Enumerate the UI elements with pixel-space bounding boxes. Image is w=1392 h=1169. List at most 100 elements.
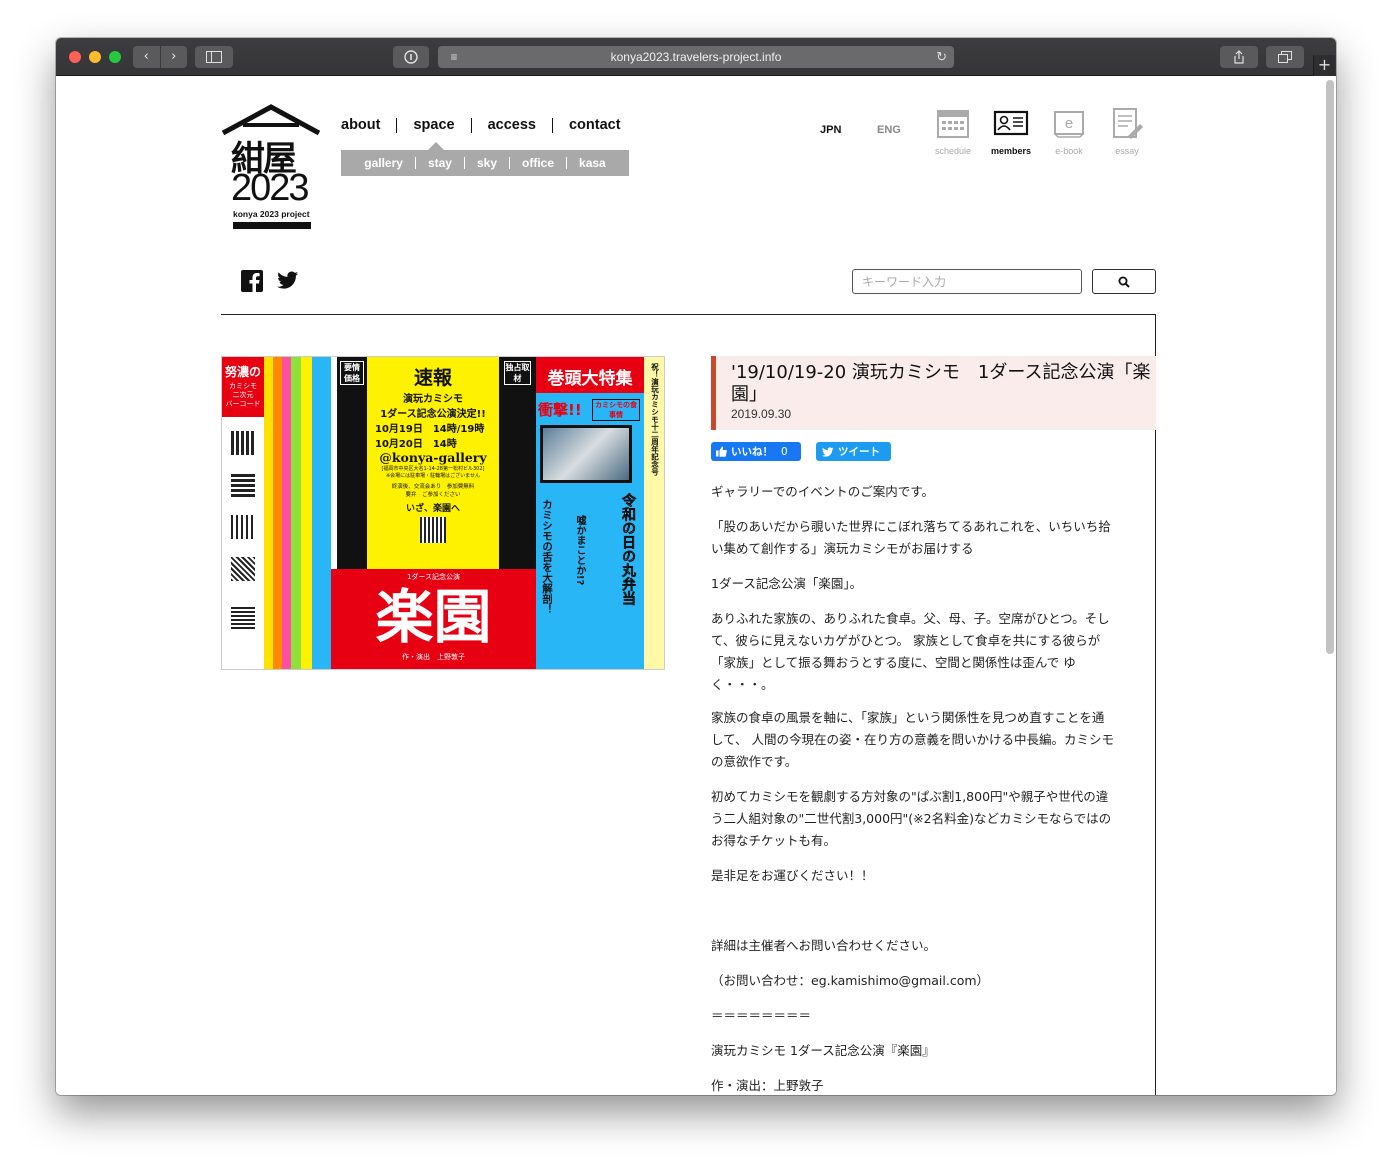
poster-iza: いざ、楽園へ <box>405 504 460 514</box>
subnav-pointer <box>428 142 444 150</box>
qr-code <box>231 605 255 629</box>
article-paragraph: ありふれた家族の、ありふれた食卓。父、母、子。空席がひとつ。そして、彼らに見えな… <box>711 611 1110 692</box>
poster-kinen: 1ダース記念公演 <box>406 573 461 581</box>
calendar-icon <box>937 110 969 138</box>
new-tab-button[interactable]: + <box>1313 55 1335 76</box>
subnav-stay[interactable]: stay <box>416 156 464 170</box>
logo-year: 2023 <box>231 167 310 209</box>
poster-uso: 嘘かまことか!? <box>574 515 585 586</box>
like-count: 0 <box>781 445 788 458</box>
maximize-window-button[interactable] <box>109 51 121 63</box>
essay-link[interactable]: essay <box>1102 106 1152 156</box>
article-paragraph: 是非足をお運びください！！ <box>711 868 874 883</box>
poster-sokuho-main: 1ダース記念公演決定!! <box>380 409 486 420</box>
poster-sokuho: 速報 <box>413 367 452 389</box>
svg-text:e: e <box>1065 115 1073 132</box>
poster-date-2: 10月20日 14時 <box>375 439 457 450</box>
sidebar-toggle-button[interactable] <box>195 46 233 68</box>
poster-qr-column <box>222 417 264 669</box>
poster-cyan-area: 衝撃!! カミシモの食事情 令和の日の丸弁当 嘘かまことか!? カミシモの舌を大… <box>536 393 644 669</box>
poster-monitor <box>540 425 632 483</box>
ebook-icon: e <box>1054 111 1084 138</box>
poster-stripe <box>312 357 331 669</box>
essay-label: essay <box>1115 146 1139 156</box>
event-poster[interactable]: 努濃の カミシモ 二次元 バーコード 要情価格 速報 演玩カミシモ 1ダース記念… <box>221 356 665 670</box>
reader-view-icon[interactable]: ≡ <box>446 46 462 68</box>
subnav-gallery[interactable]: gallery <box>352 156 415 170</box>
essay-icon <box>1113 108 1143 139</box>
url-text: konya2023.travelers-project.info <box>610 50 782 64</box>
poster-gallery: @konya-gallery <box>379 450 487 465</box>
poster-kakaku-tag: 要情価格 <box>340 361 364 385</box>
share-button[interactable] <box>1220 46 1258 68</box>
ebook-label: e-book <box>1055 146 1083 156</box>
poster-sokuho-group: 演玩カミシモ <box>403 394 463 405</box>
article-paragraph: （お問い合わせ：eg.kamishimo@gmail.com） <box>711 973 990 988</box>
nav-about[interactable]: about <box>341 117 396 133</box>
poster-dokusen-column: 独占取材 <box>499 357 536 569</box>
poster-dokusen-tag: 独占取材 <box>504 361 531 385</box>
poster-notes: 終演後、交流会あり 参加費無料 要弁 ご参加ください <box>391 484 475 498</box>
subnav-kasa[interactable]: kasa <box>567 156 618 170</box>
scrollbar-thumb[interactable] <box>1326 80 1334 654</box>
poster-left-title: 努濃の <box>224 365 261 379</box>
browser-toolbar: ‹ › ≡ konya2023.travelers-project.info ↻… <box>56 38 1336 76</box>
reload-icon[interactable]: ↻ <box>936 46 947 68</box>
poster-iwai: 祝！演玩カミシモ十二周年記念号 <box>650 363 660 476</box>
article-paragraph: 1ダース記念公演「楽園」。 <box>711 576 863 591</box>
password-button[interactable] <box>393 46 429 68</box>
poster-reiwa: 令和の日の丸弁当 <box>620 493 637 606</box>
main-nav: about space access contact <box>341 117 637 133</box>
poster-author: 作・演出 上野敦子 <box>402 653 465 661</box>
subnav-office[interactable]: office <box>510 156 566 170</box>
back-icon[interactable]: ‹ <box>133 46 160 68</box>
close-window-button[interactable] <box>69 51 81 63</box>
subnav-sky[interactable]: sky <box>465 156 509 170</box>
nav-access[interactable]: access <box>472 117 552 133</box>
thumbs-up-icon <box>716 446 727 457</box>
sidebar-icon <box>206 51 222 63</box>
article-paragraph: 詳細は主催者へお問い合わせください。 <box>711 938 937 953</box>
forward-icon[interactable]: › <box>161 46 188 68</box>
lang-jpn-link[interactable]: JPN <box>820 124 841 136</box>
address-bar[interactable]: ≡ konya2023.travelers-project.info ↻ <box>438 46 954 68</box>
search-input[interactable] <box>852 269 1082 294</box>
members-label: members <box>990 146 1032 156</box>
schedule-link[interactable]: schedule <box>928 106 978 156</box>
poster-tokushu: 巻頭大特集 <box>536 357 644 393</box>
facebook-like-button[interactable]: いいね！ 0 <box>711 442 801 461</box>
article-paragraph: ギャラリーでのイベントのご案内です。 <box>711 484 935 499</box>
nav-space[interactable]: space <box>397 117 470 133</box>
minimize-window-button[interactable] <box>89 51 101 63</box>
poster-rakuen-block: 1ダース記念公演 楽園 作・演出 上野敦子 <box>331 569 536 669</box>
browser-window: ‹ › ≡ konya2023.travelers-project.info ↻… <box>56 38 1336 1095</box>
tweet-button[interactable]: ツイート <box>816 442 891 461</box>
site-logo[interactable]: 紺屋 2023 konya 2023 project <box>221 103 321 229</box>
article-paragraph: 「股のあいだから覗いた世界にこぼれ落ちてるあれこれを、いちいち拾い集めて創作する… <box>711 519 1111 556</box>
schedule-label: schedule <box>934 146 972 156</box>
lang-eng-link[interactable]: ENG <box>877 124 901 136</box>
facebook-icon[interactable] <box>241 270 263 292</box>
poster-left-header: 努濃の カミシモ 二次元 バーコード <box>222 357 264 417</box>
article-paragraph: 初めてカミシモを観劇する方対象の"ぱぶ割1,800円"や親子や世代の違う二人組対… <box>711 789 1112 848</box>
key-icon <box>404 50 418 64</box>
poster-address: [福岡市中央区大名1-14-28第一松村ビル302] <box>381 466 485 472</box>
space-subnav: gallery stay sky office kasa <box>341 150 629 176</box>
poster-shokuji: カミシモの食事情 <box>592 399 640 421</box>
poster-stripe <box>264 357 273 669</box>
qr-code <box>231 473 255 497</box>
members-link[interactable]: members <box>986 106 1036 156</box>
search-button[interactable] <box>1092 269 1156 294</box>
twitter-icon[interactable] <box>277 270 299 292</box>
nav-contact[interactable]: contact <box>553 117 637 133</box>
show-tabs-button[interactable] <box>1266 46 1304 68</box>
search-icon <box>1118 276 1130 288</box>
poster-center-yellow: 速報 演玩カミシモ 1ダース記念公演決定!! 10月19日 14時/19時 10… <box>367 357 499 569</box>
tweet-label: ツイート <box>838 446 880 458</box>
ebook-link[interactable]: e e-book <box>1044 106 1094 156</box>
article-paragraph: 演玩カミシモ 1ダース記念公演『楽園』 <box>711 1043 935 1058</box>
history-nav-group: ‹ › <box>133 46 187 68</box>
like-label: いいね！ <box>731 446 773 458</box>
poster-stripe <box>301 357 312 669</box>
poster-stripe <box>273 357 282 669</box>
